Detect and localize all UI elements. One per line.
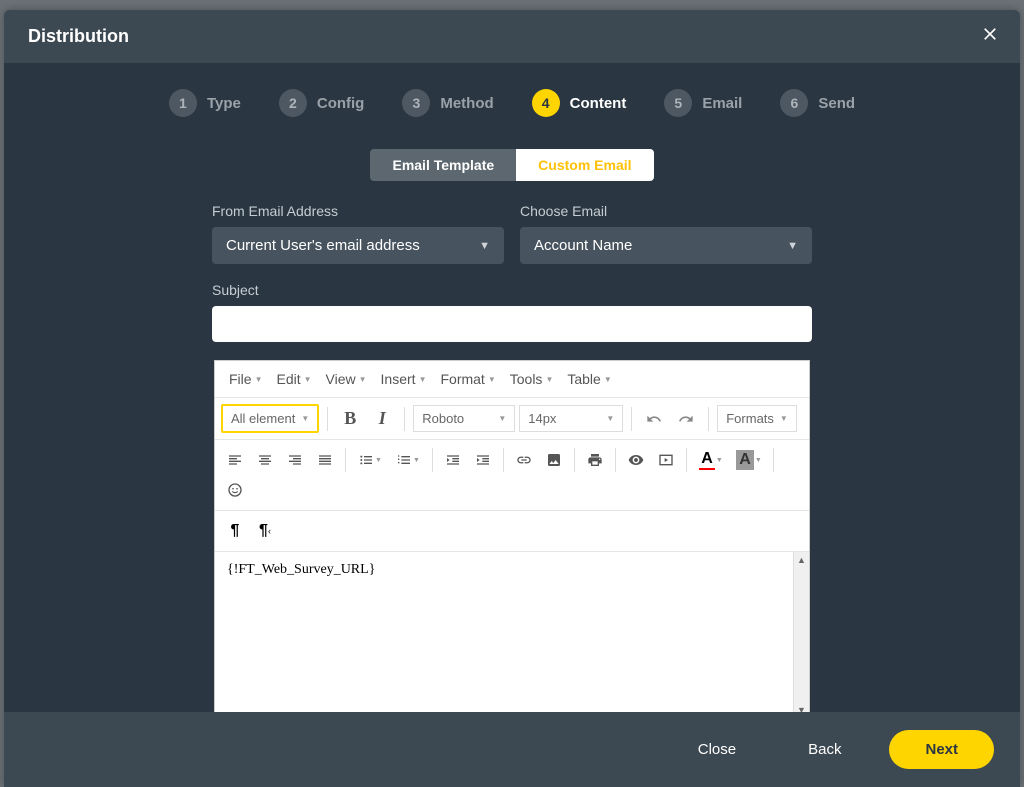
subject-label: Subject <box>212 282 812 298</box>
next-button[interactable]: Next <box>889 730 994 769</box>
font-size-select[interactable]: 14px▼ <box>519 405 623 432</box>
step-number: 3 <box>402 89 430 117</box>
step-number: 1 <box>169 89 197 117</box>
choose-email-label: Choose Email <box>520 203 812 219</box>
email-mode-tabs: Email Template Custom Email <box>4 149 1020 181</box>
editor-toolbar-row1: All element▼ B I Roboto▼ 14px▼ Formats▼ <box>215 398 809 440</box>
modal-title: Distribution <box>28 26 129 47</box>
rtl-button[interactable]: ¶‹ <box>251 517 279 545</box>
rich-text-editor: File▼ Edit▼ View▼ Insert▼ Format▼ Tools▼… <box>214 360 810 744</box>
bullet-list-button[interactable]: ▼ <box>352 446 388 474</box>
step-label: Config <box>317 95 364 112</box>
from-email-field: From Email Address Current User's email … <box>212 203 504 264</box>
editor-toolbar-row2: ▼ ▼ A▼ A▼ <box>215 440 809 511</box>
modal-header: Distribution <box>4 10 1020 63</box>
step-send[interactable]: 6 Send <box>780 89 855 117</box>
toolbar-divider <box>773 448 774 472</box>
italic-button[interactable]: I <box>368 405 396 433</box>
toolbar-divider <box>615 448 616 472</box>
numbered-list-button[interactable]: ▼ <box>390 446 426 474</box>
menu-format[interactable]: Format▼ <box>434 367 501 391</box>
subject-field: Subject <box>212 282 812 342</box>
background-color-button[interactable]: A▼ <box>731 446 767 474</box>
step-number: 5 <box>664 89 692 117</box>
undo-button[interactable] <box>640 405 668 433</box>
step-method[interactable]: 3 Method <box>402 89 493 117</box>
wizard-steps: 1 Type 2 Config 3 Method 4 Content 5 Ema… <box>4 63 1020 135</box>
emoji-button[interactable] <box>221 476 249 504</box>
step-config[interactable]: 2 Config <box>279 89 364 117</box>
preview-button[interactable] <box>622 446 650 474</box>
media-button[interactable] <box>652 446 680 474</box>
menu-file[interactable]: File▼ <box>223 367 268 391</box>
step-number: 2 <box>279 89 307 117</box>
outdent-button[interactable] <box>439 446 467 474</box>
align-right-button[interactable] <box>281 446 309 474</box>
element-path-select[interactable]: All element▼ <box>221 404 319 433</box>
modal-body: 1 Type 2 Config 3 Method 4 Content 5 Ema… <box>4 63 1020 744</box>
step-type[interactable]: 1 Type <box>169 89 241 117</box>
from-email-select[interactable]: Current User's email address ▼ <box>212 227 504 264</box>
toolbar-divider <box>631 407 632 431</box>
align-center-button[interactable] <box>251 446 279 474</box>
from-email-label: From Email Address <box>212 203 504 219</box>
align-left-button[interactable] <box>221 446 249 474</box>
form-area: From Email Address Current User's email … <box>212 203 812 342</box>
step-label: Email <box>702 95 742 112</box>
choose-email-select[interactable]: Account Name ▼ <box>520 227 812 264</box>
chevron-down-icon: ▼ <box>479 240 490 252</box>
formats-select[interactable]: Formats▼ <box>717 405 797 432</box>
toolbar-divider <box>574 448 575 472</box>
redo-button[interactable] <box>672 405 700 433</box>
toolbar-divider <box>686 448 687 472</box>
toolbar-divider <box>404 407 405 431</box>
step-label: Send <box>818 95 855 112</box>
step-email[interactable]: 5 Email <box>664 89 742 117</box>
step-number: 6 <box>780 89 808 117</box>
bold-button[interactable]: B <box>336 405 364 433</box>
toolbar-divider <box>327 407 328 431</box>
menu-tools[interactable]: Tools▼ <box>504 367 560 391</box>
step-content[interactable]: 4 Content <box>532 89 627 117</box>
from-email-value: Current User's email address <box>226 237 420 254</box>
font-family-select[interactable]: Roboto▼ <box>413 405 515 432</box>
tab-custom-email[interactable]: Custom Email <box>516 149 653 181</box>
subject-input[interactable] <box>212 306 812 342</box>
menu-view[interactable]: View▼ <box>320 367 373 391</box>
scroll-up-icon[interactable]: ▲ <box>794 552 809 568</box>
toolbar-divider <box>432 448 433 472</box>
menu-table[interactable]: Table▼ <box>561 367 617 391</box>
tab-email-template[interactable]: Email Template <box>370 149 516 181</box>
choose-email-field: Choose Email Account Name ▼ <box>520 203 812 264</box>
chevron-down-icon: ▼ <box>787 240 798 252</box>
text-color-button[interactable]: A▼ <box>693 446 729 474</box>
editor-text: {!FT_Web_Survey_URL} <box>215 552 809 588</box>
toolbar-divider <box>345 448 346 472</box>
distribution-modal: Distribution 1 Type 2 Config 3 Method 4 … <box>4 10 1020 787</box>
back-button[interactable]: Back <box>784 731 865 768</box>
step-number: 4 <box>532 89 560 117</box>
close-button[interactable]: Close <box>674 731 760 768</box>
step-label: Content <box>570 95 627 112</box>
toolbar-divider <box>708 407 709 431</box>
indent-button[interactable] <box>469 446 497 474</box>
choose-email-value: Account Name <box>534 237 632 254</box>
scrollbar[interactable]: ▲ ▼ <box>793 552 809 718</box>
align-justify-button[interactable] <box>311 446 339 474</box>
print-button[interactable] <box>581 446 609 474</box>
ltr-button[interactable]: ¶ <box>221 517 249 545</box>
close-icon[interactable] <box>980 24 1000 49</box>
editor-content-area[interactable]: {!FT_Web_Survey_URL} ▲ ▼ <box>215 552 809 718</box>
editor-toolbar-row3: ¶ ¶‹ <box>215 511 809 552</box>
editor-menubar: File▼ Edit▼ View▼ Insert▼ Format▼ Tools▼… <box>215 361 809 398</box>
step-label: Method <box>440 95 493 112</box>
toolbar-divider <box>503 448 504 472</box>
menu-insert[interactable]: Insert▼ <box>375 367 433 391</box>
modal-footer: Close Back Next <box>4 712 1020 787</box>
step-label: Type <box>207 95 241 112</box>
menu-edit[interactable]: Edit▼ <box>270 367 317 391</box>
image-button[interactable] <box>540 446 568 474</box>
link-button[interactable] <box>510 446 538 474</box>
